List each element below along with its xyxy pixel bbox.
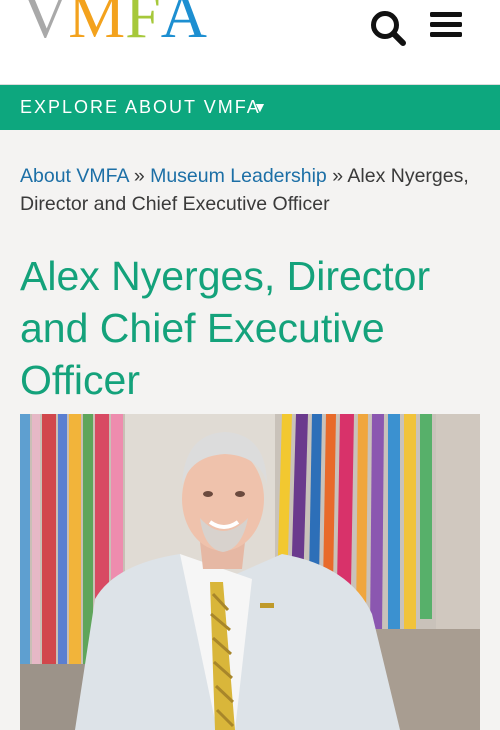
caret-down-icon: ▼: [253, 99, 269, 115]
director-portrait-photo: [20, 414, 480, 730]
logo-letter-f: F: [125, 0, 161, 46]
page-title: Alex Nyerges, Director and Chief Executi…: [20, 253, 431, 403]
menu-button[interactable]: [426, 9, 466, 45]
search-button[interactable]: [368, 8, 412, 48]
explore-about-dropdown[interactable]: EXPLORE ABOUT VMFA ▼: [0, 85, 500, 130]
site-header: VMFA: [0, 0, 500, 85]
logo-letter-v: V: [22, 0, 69, 46]
logo-letter-a: A: [160, 0, 207, 46]
breadcrumb-separator: »: [128, 165, 151, 187]
breadcrumb: About VMFA » Museum Leadership » Alex Ny…: [20, 162, 482, 218]
breadcrumb-link-about[interactable]: About VMFA: [20, 165, 128, 187]
logo-letter-m: M: [68, 0, 126, 46]
hamburger-menu-icon: [430, 12, 462, 37]
search-icon: [371, 11, 406, 46]
breadcrumb-link-leadership[interactable]: Museum Leadership: [150, 165, 327, 187]
vmfa-logo[interactable]: VMFA: [22, 0, 207, 46]
explore-label: EXPLORE ABOUT VMFA: [20, 97, 261, 117]
breadcrumb-separator: »: [326, 165, 348, 187]
